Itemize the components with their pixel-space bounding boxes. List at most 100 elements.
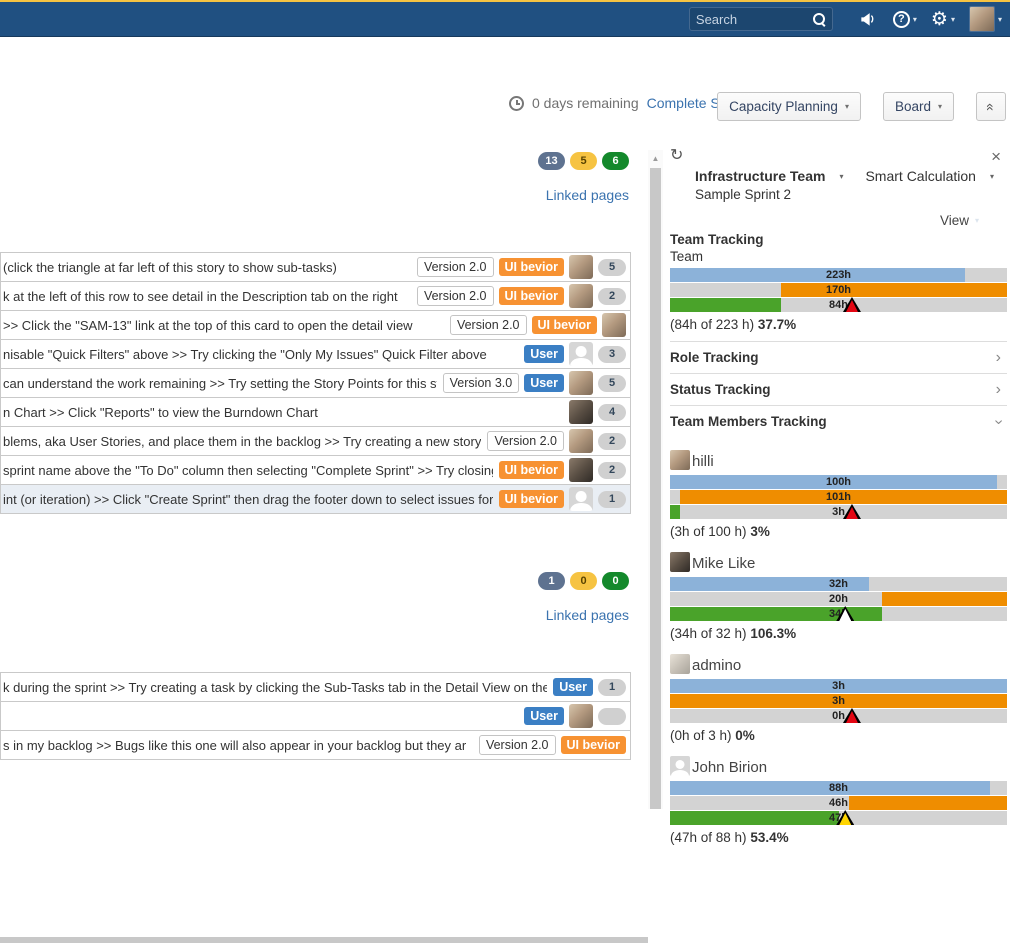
top-navbar: ? ▾ ⚙ ▾ ▾ [0, 2, 1010, 37]
calculation-selector[interactable]: Smart Calculation ▾ [865, 168, 994, 184]
scrollbar-thumb[interactable] [650, 168, 661, 809]
team-selector[interactable]: Infrastructure Team ▾ [695, 168, 843, 184]
linked-pages-link[interactable]: Linked pages [546, 607, 629, 623]
tracking-bar-logged: 34h [670, 606, 1007, 621]
board-button[interactable]: Board ▾ [882, 92, 954, 121]
search-input[interactable] [695, 11, 812, 27]
clock-icon [509, 95, 524, 111]
issue-rows: (click the triangle at far left of this … [0, 252, 631, 514]
issue-row[interactable]: n Chart >> Click "Reports" to view the B… [0, 397, 631, 427]
member-tracking-bars: 32h 20h 34h [670, 577, 1007, 621]
issue-label: User [524, 373, 564, 393]
version-label: Version 2.0 [449, 314, 527, 336]
story-points-badge: 4 [598, 403, 626, 421]
bar-value-label: 88h [829, 782, 848, 794]
status-tracking-section[interactable]: Status Tracking › [670, 373, 1007, 405]
scroll-up-arrow-icon[interactable]: ▲ [648, 150, 663, 166]
chevron-down-icon: ▾ [912, 14, 917, 24]
status-count-badge-todo: 1 [538, 572, 565, 590]
issue-meta: User 3 [524, 342, 626, 366]
search-icon [812, 12, 826, 26]
issue-row[interactable]: sprint name above the "To Do" column the… [0, 455, 631, 485]
issue-summary: (click the triangle at far left of this … [3, 259, 337, 275]
issue-meta: Version 2.0 2 [487, 429, 626, 453]
sprint-name: Sample Sprint 2 [695, 187, 792, 202]
bar-value-label: 0h [832, 710, 845, 722]
tracking-bar-logged: 0h [670, 708, 1007, 723]
assignee-avatar [569, 342, 593, 366]
issue-label: UI bevior [498, 257, 564, 277]
role-tracking-section[interactable]: Role Tracking › [670, 341, 1007, 373]
issue-row[interactable]: nisable "Quick Filters" above >> Try cli… [0, 339, 631, 369]
tracking-bar-remaining: 101h [670, 490, 1007, 504]
team-label: Team [670, 249, 704, 264]
capacity-planning-button[interactable]: Capacity Planning ▾ [717, 92, 861, 121]
assignee-avatar [569, 704, 593, 728]
issue-meta: UI bevior 1 [498, 487, 626, 511]
member-summary: (47h of 88 h) 53.4% [670, 830, 789, 845]
chevron-down-icon: › [990, 418, 1008, 425]
calculation-selector-label: Smart Calculation [865, 168, 976, 184]
issue-label: UI bevior [498, 286, 564, 306]
assignee-avatar [569, 400, 593, 424]
close-icon[interactable]: × [991, 148, 1001, 165]
chevron-down-icon: ▾ [974, 216, 979, 225]
story-points-badge: 1 [598, 490, 626, 508]
issue-meta: Version 2.0 UI bevior [449, 313, 626, 337]
chevron-down-icon: ▾ [989, 171, 994, 181]
version-label: Version 2.0 [478, 734, 556, 756]
issue-row[interactable]: (click the triangle at far left of this … [0, 252, 631, 282]
sprint-header: 0 days remaining Complete Sprint Capacit… [0, 37, 1010, 137]
megaphone-icon [861, 13, 874, 26]
search-box[interactable] [688, 7, 833, 31]
story-points-badge: 1 [598, 678, 626, 696]
refresh-icon[interactable]: ↻ [670, 148, 683, 164]
settings-menu[interactable]: ⚙ ▾ [931, 10, 955, 29]
issue-meta: Version 2.0 UI bevior 2 [416, 284, 626, 308]
tracking-bar-estimate: 3h [670, 679, 1007, 693]
member-summary: (0h of 3 h) 0% [670, 728, 755, 743]
linked-pages-link[interactable]: Linked pages [546, 187, 629, 203]
view-menu[interactable]: View ▾ [940, 213, 979, 228]
status-count-badge-todo: 13 [538, 152, 565, 170]
issue-row[interactable]: int (or iteration) >> Click "Create Spri… [0, 484, 631, 514]
issue-row[interactable]: s in my backlog >> Bugs like this one wi… [0, 730, 631, 760]
assignee-avatar [569, 284, 593, 308]
member-header: hilli [670, 450, 1007, 470]
role-tracking-title: Role Tracking [670, 350, 759, 365]
status-count-badge-done: 6 [602, 152, 629, 170]
issue-summary: k during the sprint >> Try creating a ta… [3, 679, 548, 695]
issue-summary: >> Click the "SAM-13" link at the top of… [3, 317, 413, 333]
issue-row[interactable]: blems, aka User Stories, and place them … [0, 426, 631, 456]
status-count-badge-done: 0 [602, 572, 629, 590]
tracking-bar-estimate: 88h [670, 781, 1007, 795]
issue-row[interactable]: >> Click the "SAM-13" link at the top of… [0, 310, 631, 340]
issue-row[interactable]: can understand the work remaining >> Try… [0, 368, 631, 398]
announcements-button[interactable] [857, 9, 879, 29]
chevron-right-icon: › [995, 380, 1001, 398]
help-menu[interactable]: ? ▾ [892, 10, 917, 28]
issue-row[interactable]: k at the left of this row to see detail … [0, 281, 631, 311]
issue-meta: Version 2.0 UI bevior 5 [416, 255, 626, 279]
tracking-bar-remaining: 3h [670, 694, 1007, 708]
member-summary: (34h of 32 h) 106.3% [670, 626, 797, 641]
member-header: Mike Like [670, 552, 1007, 572]
tracking-bar-remaining: 170h [670, 283, 1007, 297]
team-members-tracking-section[interactable]: Team Members Tracking › [670, 405, 1007, 437]
issue-label: UI bevior [498, 460, 564, 480]
sprint-section: 100 Linked pages k during the sprint >> … [0, 572, 631, 760]
user-menu[interactable]: ▾ [968, 6, 1002, 32]
member-avatar [670, 756, 690, 776]
view-label: View [939, 213, 969, 228]
tracking-bar-remaining: 20h [670, 592, 1007, 606]
story-points-badge: 5 [598, 374, 626, 392]
collapse-header-button[interactable]: « [976, 92, 1006, 121]
member-name: admino [692, 657, 742, 674]
assignee-avatar [569, 458, 593, 482]
bar-value-label: 3h [832, 695, 845, 707]
issue-label: UI bevior [498, 489, 564, 509]
issue-row[interactable]: k during the sprint >> Try creating a ta… [0, 672, 631, 702]
issue-row[interactable]: User [0, 701, 631, 731]
vertical-scrollbar[interactable]: ▲ [648, 150, 663, 809]
member-name: Mike Like [692, 555, 756, 572]
